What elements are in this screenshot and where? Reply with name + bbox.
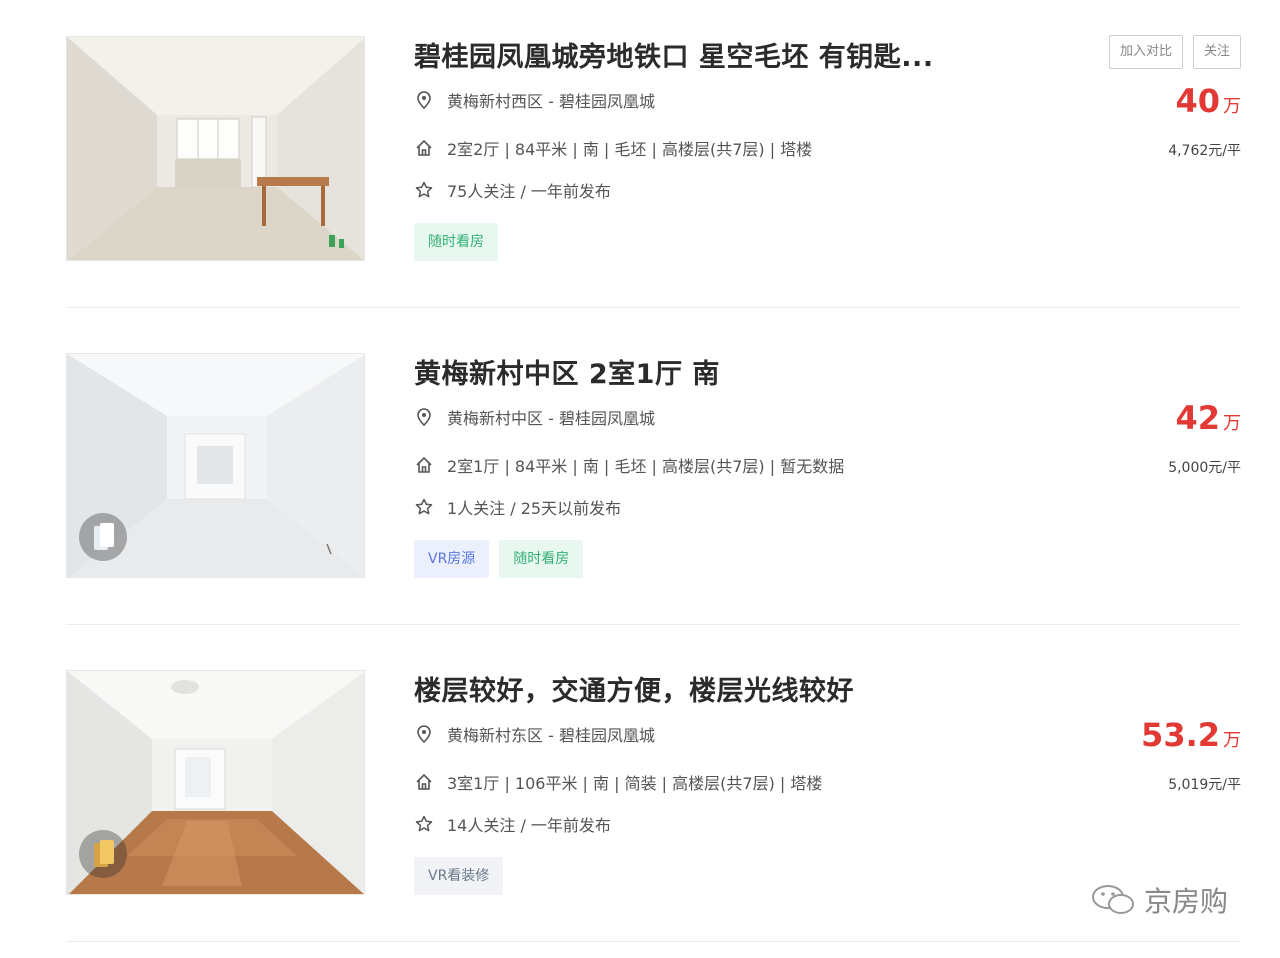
listing-title[interactable]: 楼层较好，交通方便，楼层光线较好: [414, 669, 854, 708]
listing-followers: 75人关注 / 一年前发布: [414, 178, 611, 202]
listing-title[interactable]: 碧桂园凤凰城旁地铁口 星空毛坯 有钥匙...: [414, 35, 934, 74]
location-pin-icon: [417, 725, 431, 744]
listing-divider: [66, 307, 1241, 308]
vr-card-shape: [100, 840, 114, 864]
add-compare-button[interactable]: 加入对比: [1108, 35, 1183, 69]
total-price: 42 万: [1175, 399, 1241, 437]
tag-anytime-viewing: 随时看房: [499, 540, 584, 578]
follow-button[interactable]: 关注: [1192, 35, 1241, 69]
price-unit: 万: [1223, 96, 1241, 117]
listing-tags: VR房源 随时看房: [414, 540, 584, 578]
unit-price: 5,019元/平: [1168, 777, 1241, 793]
location-pin-icon: [417, 91, 431, 110]
price-unit: 万: [1223, 730, 1241, 751]
watermark: 京房购: [1088, 880, 1228, 920]
unit-price: 5,000元/平: [1168, 460, 1241, 476]
vr-icon[interactable]: [79, 513, 127, 561]
vr-icon[interactable]: [79, 830, 127, 878]
house-icon: [416, 139, 432, 156]
listing-location: 黄梅新村中区 - 碧桂园凤凰城: [414, 405, 655, 429]
listing-location: 黄梅新村东区 - 碧桂园凤凰城: [414, 722, 655, 746]
listing-photo[interactable]: [66, 36, 365, 261]
room-photo-image: [67, 37, 364, 260]
wechat-icon: [1092, 885, 1134, 914]
followers-text: 75人关注 / 一年前发布: [447, 182, 611, 201]
specs-text: 2室1厅 | 84平米 | 南 | 毛坯 | 高楼层(共7层) | 暂无数据: [447, 457, 845, 476]
specs-text: 3室1厅 | 106平米 | 南 | 简装 | 高楼层(共7层) | 塔楼: [447, 774, 823, 793]
listing-card[interactable]: 楼层较好，交通方便，楼层光线较好 黄梅新村东区 - 碧桂园凤凰城 3室1厅 | …: [66, 669, 1241, 942]
listing-card[interactable]: 碧桂园凤凰城旁地铁口 星空毛坯 有钥匙... 黄梅新村西区 - 碧桂园凤凰城 2…: [66, 35, 1241, 308]
listing-followers: 14人关注 / 一年前发布: [414, 812, 611, 836]
tag-vr-decoration: VR看装修: [414, 857, 504, 895]
price-value: 42: [1175, 399, 1220, 437]
total-price: 53.2 万: [1141, 716, 1241, 754]
tag-vr-listing: VR房源: [414, 540, 490, 578]
listing-divider: [66, 624, 1241, 625]
house-icon: [416, 456, 432, 473]
location-text[interactable]: 黄梅新村中区 - 碧桂园凤凰城: [447, 405, 655, 429]
house-icon: [416, 773, 432, 790]
listing-followers: 1人关注 / 25天以前发布: [414, 495, 621, 519]
listing-specs: 3室1厅 | 106平米 | 南 | 简装 | 高楼层(共7层) | 塔楼: [414, 770, 822, 794]
listing-location: 黄梅新村西区 - 碧桂园凤凰城: [414, 88, 655, 112]
followers-text: 14人关注 / 一年前发布: [447, 816, 611, 835]
price-value: 53.2: [1141, 716, 1220, 754]
price-unit: 万: [1223, 413, 1241, 434]
unit-price: 4,762元/平: [1168, 143, 1241, 159]
listing-actions: 加入对比 关注: [1108, 35, 1241, 69]
star-icon: [415, 498, 433, 515]
listing-specs: 2室1厅 | 84平米 | 南 | 毛坯 | 高楼层(共7层) | 暂无数据: [414, 453, 844, 477]
tag-anytime-viewing: 随时看房: [414, 223, 498, 261]
followers-text: 1人关注 / 25天以前发布: [447, 499, 622, 518]
specs-text: 2室2厅 | 84平米 | 南 | 毛坯 | 高楼层(共7层) | 塔楼: [447, 140, 813, 159]
listing-card[interactable]: 黄梅新村中区 2室1厅 南 黄梅新村中区 - 碧桂园凤凰城 2室1厅 | 84平…: [66, 352, 1241, 625]
listing-specs: 2室2厅 | 84平米 | 南 | 毛坯 | 高楼层(共7层) | 塔楼: [414, 136, 812, 160]
listing-tags: VR看装修: [414, 857, 504, 895]
location-pin-icon: [417, 408, 431, 427]
total-price: 40 万: [1175, 82, 1241, 120]
listing-photo[interactable]: [66, 353, 365, 578]
listing-title[interactable]: 黄梅新村中区 2室1厅 南: [414, 352, 720, 391]
listing-divider: [66, 941, 1241, 942]
price-value: 40: [1175, 82, 1220, 120]
location-text[interactable]: 黄梅新村西区 - 碧桂园凤凰城: [447, 88, 655, 112]
vr-card-shape: [100, 523, 114, 547]
star-icon: [415, 181, 433, 198]
listing-photo[interactable]: [66, 670, 365, 895]
watermark-text: 京房购: [1144, 885, 1229, 918]
star-icon: [415, 815, 433, 832]
listing-tags: 随时看房: [414, 223, 498, 261]
location-text[interactable]: 黄梅新村东区 - 碧桂园凤凰城: [447, 722, 655, 746]
